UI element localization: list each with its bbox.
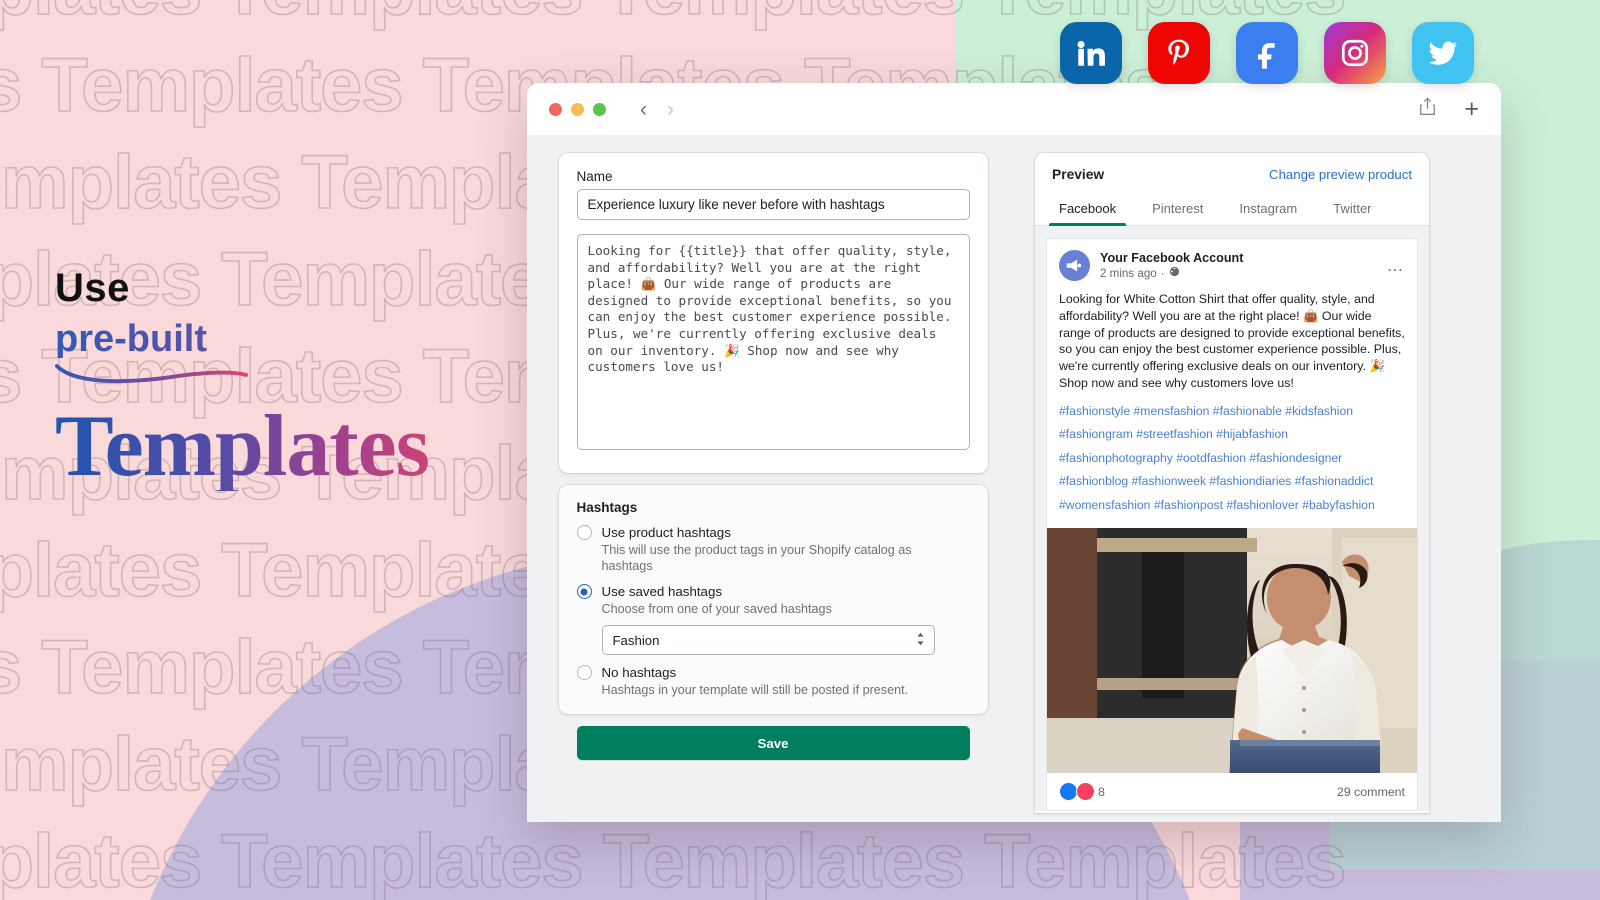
saved-hashtags-select[interactable]: Fashion xyxy=(601,625,935,655)
radio-option-product-hashtags[interactable]: Use product hashtags This will use the p… xyxy=(576,524,970,574)
radio-help-text: Choose from one of your saved hashtags xyxy=(601,602,832,616)
forward-arrow-icon[interactable]: › xyxy=(667,99,674,120)
browser-window: ‹ › + Name Hashtags xyxy=(527,83,1501,822)
radio-option-no-hashtags[interactable]: No hashtags Hashtags in your template wi… xyxy=(576,664,970,698)
underline-swoosh-icon xyxy=(55,364,249,384)
hashtag-line: #fashionblog #fashionweek #fashiondiarie… xyxy=(1059,474,1374,489)
social-icon-row xyxy=(1060,22,1474,84)
love-reaction-icon xyxy=(1076,782,1095,802)
radio-saved-hashtags[interactable] xyxy=(576,584,592,599)
window-titlebar: ‹ › + xyxy=(527,83,1501,135)
radio-label: No hashtags xyxy=(601,665,677,680)
tab-twitter[interactable]: Twitter xyxy=(1315,192,1389,225)
tab-instagram[interactable]: Instagram xyxy=(1221,192,1315,225)
post-product-image xyxy=(1047,528,1417,774)
pinterest-icon[interactable] xyxy=(1148,22,1210,84)
twitter-icon[interactable] xyxy=(1412,22,1474,84)
titlebar-actions: + xyxy=(1419,96,1479,122)
hashtags-section-title: Hashtags xyxy=(576,500,638,515)
window-controls xyxy=(549,102,606,116)
change-preview-product-link[interactable]: Change preview product xyxy=(1269,167,1412,182)
marketing-copy: Use pre-built Templates xyxy=(55,268,475,491)
close-window-button[interactable] xyxy=(549,102,562,116)
template-name-input[interactable] xyxy=(576,189,970,220)
post-timestamp: 2 mins ago xyxy=(1100,266,1157,280)
template-details-card: Name xyxy=(558,153,988,473)
facebook-post-card: Your Facebook Account 2 mins ago · … Loo… xyxy=(1046,238,1418,812)
navigation-arrows: ‹ › xyxy=(640,99,674,120)
headline-line-1: Use xyxy=(55,266,130,310)
new-tab-icon[interactable]: + xyxy=(1464,96,1479,122)
save-button[interactable]: Save xyxy=(576,726,970,760)
hashtag-line: #fashionphotography #ootdfashion #fashio… xyxy=(1059,450,1343,465)
post-meta: Your Facebook Account 2 mins ago · xyxy=(1100,251,1243,281)
separator-dot: · xyxy=(1160,266,1165,280)
tab-pinterest[interactable]: Pinterest xyxy=(1134,192,1221,225)
template-body-textarea[interactable] xyxy=(576,234,970,450)
post-engagement-row: 8 29 comment xyxy=(1047,773,1417,810)
radio-product-hashtags[interactable] xyxy=(576,525,592,540)
app-body: Name Hashtags Use product hashtags This … xyxy=(527,135,1501,822)
minimize-window-button[interactable] xyxy=(571,102,584,116)
reaction-count: 8 xyxy=(1098,784,1105,799)
preview-title: Preview xyxy=(1052,167,1105,182)
post-timestamp-row: 2 mins ago · xyxy=(1100,266,1243,281)
post-more-options-icon[interactable]: … xyxy=(1387,257,1406,274)
hashtags-card: Hashtags Use product hashtags This will … xyxy=(558,485,988,714)
facebook-icon[interactable] xyxy=(1236,22,1298,84)
preview-header: Preview Change preview product xyxy=(1035,153,1429,192)
radio-label: Use product hashtags xyxy=(601,525,731,540)
template-editor-pane: Name Hashtags Use product hashtags This … xyxy=(527,135,1019,822)
radio-help-text: This will use the product tags in your S… xyxy=(601,543,912,573)
preview-tabs: Facebook Pinterest Instagram Twitter xyxy=(1035,192,1429,226)
select-stepper-icon xyxy=(916,632,925,648)
post-body-text: Looking for White Cotton Shirt that offe… xyxy=(1059,292,1405,390)
saved-hashtags-select-wrapper[interactable]: Fashion xyxy=(601,625,935,655)
hashtag-line: #fashionstyle #mensfashion #fashionable … xyxy=(1059,403,1354,418)
linkedin-icon[interactable] xyxy=(1060,22,1122,84)
hashtag-line: #womensfashion #fashionpost #fashionlove… xyxy=(1059,497,1375,512)
radio-no-hashtags[interactable] xyxy=(576,665,592,680)
post-header: Your Facebook Account 2 mins ago · … xyxy=(1047,239,1417,287)
radio-help-text: Hashtags in your template will still be … xyxy=(601,683,909,697)
headline-line-2: pre-built xyxy=(55,320,475,358)
globe-icon xyxy=(1169,266,1180,281)
maximize-window-button[interactable] xyxy=(593,102,606,116)
radio-label: Use saved hashtags xyxy=(601,584,722,599)
post-hashtags: #fashionstyle #mensfashion #fashionable … xyxy=(1047,400,1417,529)
avatar xyxy=(1059,250,1090,281)
name-field-label: Name xyxy=(576,169,613,184)
radio-option-saved-hashtags[interactable]: Use saved hashtags Choose from one of yo… xyxy=(576,583,970,617)
preview-pane: Preview Change preview product Facebook … xyxy=(1019,135,1501,822)
share-icon[interactable] xyxy=(1419,97,1436,121)
reaction-badges xyxy=(1059,782,1095,802)
preview-card: Preview Change preview product Facebook … xyxy=(1035,153,1429,813)
comment-count: 29 comment xyxy=(1336,784,1405,799)
instagram-icon[interactable] xyxy=(1324,22,1386,84)
headline-line-3: Templates xyxy=(55,403,475,491)
tab-facebook[interactable]: Facebook xyxy=(1041,192,1134,226)
preview-post-container: Your Facebook Account 2 mins ago · … Loo… xyxy=(1035,226,1429,812)
post-author-name: Your Facebook Account xyxy=(1100,250,1244,265)
back-arrow-icon[interactable]: ‹ xyxy=(640,99,647,120)
hashtag-line: #fashiongram #streetfashion #hijabfashio… xyxy=(1059,427,1289,442)
